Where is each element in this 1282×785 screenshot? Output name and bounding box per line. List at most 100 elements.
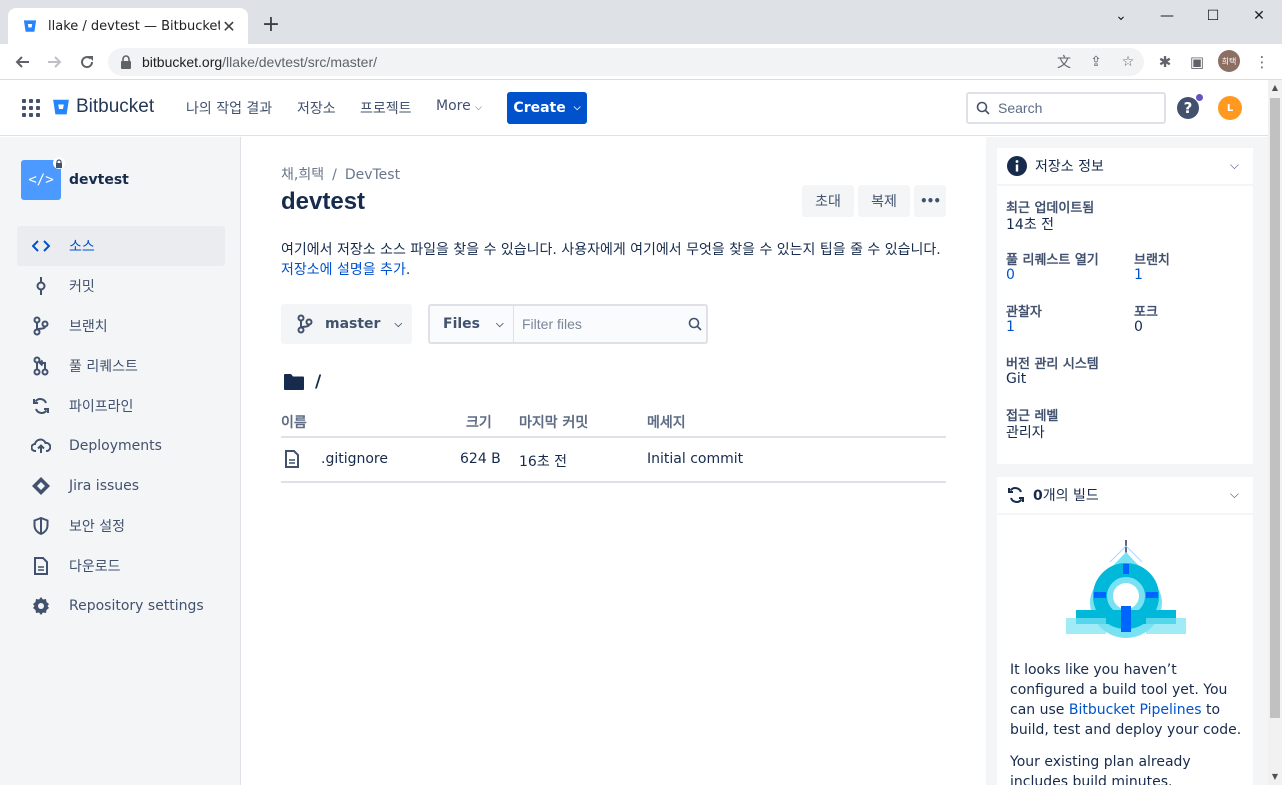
address-toolbar: bitbucket.org/llake/devtest/src/master/ … bbox=[0, 44, 1282, 80]
nav-your-work[interactable]: 나의 작업 결과 bbox=[186, 98, 272, 118]
sidebar-item-label: 풀 리퀘스트 bbox=[69, 359, 138, 375]
last-updated-value: 14초 전 bbox=[1006, 217, 1055, 233]
breadcrumb-project[interactable]: DevTest bbox=[345, 167, 400, 183]
sidebar-item-pipelines[interactable]: 파이프라인 bbox=[17, 386, 225, 426]
chevron-down-icon: ⌵ bbox=[573, 103, 581, 113]
sidebar-item-downloads[interactable]: 다운로드 bbox=[17, 546, 225, 586]
tab-title: llake / devtest — Bitbucket bbox=[48, 18, 220, 34]
info-icon bbox=[1007, 156, 1027, 176]
browser-tab-bar: llake / devtest — Bitbucket ✕ + ⌄ — ☐ ✕ bbox=[0, 0, 1282, 44]
reload-button[interactable] bbox=[73, 48, 101, 76]
search-input[interactable] bbox=[998, 100, 1148, 116]
minimize-button[interactable]: — bbox=[1144, 0, 1190, 32]
sidebar-item-pull-requests[interactable]: 풀 리퀘스트 bbox=[17, 346, 225, 386]
builds-header[interactable]: 0개의 빌드 ⌵ bbox=[997, 477, 1253, 515]
search-icon bbox=[976, 101, 990, 115]
sidebar-item-branches[interactable]: 브랜치 bbox=[17, 306, 225, 346]
bitbucket-logo[interactable]: Bitbucket bbox=[52, 96, 154, 118]
sidebar-item-commits[interactable]: 커밋 bbox=[17, 266, 225, 306]
watchers-label: 관찰자 bbox=[1006, 305, 1042, 320]
gear-icon bbox=[31, 596, 51, 616]
breadcrumb-workspace[interactable]: 채,희택 bbox=[281, 167, 324, 183]
column-header-message[interactable]: 메세지 bbox=[647, 412, 686, 432]
add-description-link[interactable]: 저장소에 설명을 추가 bbox=[281, 262, 406, 278]
pipelines-link[interactable]: Bitbucket Pipelines bbox=[1069, 702, 1202, 718]
builds-title: 개의 빌드 bbox=[1042, 488, 1099, 504]
back-button[interactable] bbox=[8, 48, 36, 76]
table-header-divider bbox=[281, 436, 946, 438]
nav-repositories[interactable]: 저장소 bbox=[297, 98, 336, 118]
tab-search-icon[interactable]: ⌄ bbox=[1098, 0, 1144, 32]
repo-info-header[interactable]: 저장소 정보 ⌵ bbox=[997, 148, 1253, 186]
url-text: bitbucket.org/llake/devtest/src/master/ bbox=[142, 54, 377, 70]
private-lock-icon bbox=[53, 157, 65, 169]
column-header-last-commit[interactable]: 마지막 커밋 bbox=[519, 412, 588, 432]
lock-icon bbox=[120, 55, 132, 69]
open-prs-value[interactable]: 0 bbox=[1006, 267, 1015, 283]
sidebar-item-deployments[interactable]: Deployments bbox=[17, 426, 225, 466]
pipelines-illustration bbox=[1066, 540, 1186, 638]
file-name-link[interactable]: .gitignore bbox=[321, 451, 388, 467]
repo-description: 여기에서 저장소 소스 파일을 찾을 수 있습니다. 사용자에게 여기에서 무엇… bbox=[281, 240, 951, 280]
notification-dot bbox=[1196, 94, 1203, 101]
side-panel-icon[interactable]: ▣ bbox=[1183, 48, 1211, 76]
browser-profile-avatar[interactable]: 희택 bbox=[1218, 50, 1240, 72]
clone-button[interactable]: 복제 bbox=[858, 185, 910, 217]
app-switcher-icon[interactable] bbox=[22, 99, 40, 117]
scroll-down-arrow[interactable]: ▼ bbox=[1268, 770, 1282, 784]
maximize-button[interactable]: ☐ bbox=[1190, 0, 1236, 32]
cloud-upload-icon bbox=[31, 436, 51, 456]
column-header-name[interactable]: 이름 bbox=[281, 412, 307, 432]
url-bar[interactable]: bitbucket.org/llake/devtest/src/master/ … bbox=[108, 48, 1144, 76]
sidebar-item-label: 커밋 bbox=[69, 279, 95, 295]
sidebar-item-label: 소스 bbox=[69, 239, 95, 255]
branch-selector[interactable]: master ⌵ bbox=[281, 304, 412, 344]
tab-close-icon[interactable]: ✕ bbox=[220, 17, 238, 36]
share-icon[interactable]: ⇪ bbox=[1080, 54, 1112, 70]
folder-icon bbox=[284, 374, 304, 390]
help-icon[interactable]: ? bbox=[1177, 97, 1199, 119]
path-text: / bbox=[315, 372, 322, 392]
nav-more[interactable]: More ⌵ bbox=[436, 98, 482, 114]
commit-icon bbox=[31, 276, 51, 296]
branches-value[interactable]: 1 bbox=[1134, 267, 1143, 283]
bitbucket-header: Bitbucket 나의 작업 결과 저장소 프로젝트 More ⌵ Creat… bbox=[0, 80, 1268, 136]
file-filter-group: Files ⌵ bbox=[428, 304, 708, 344]
sidebar-item-jira-issues[interactable]: Jira issues bbox=[17, 466, 225, 506]
nav-more-label: More bbox=[436, 98, 471, 114]
extensions-icon[interactable]: ✱ bbox=[1151, 48, 1179, 76]
chevron-down-icon[interactable]: ⌵ bbox=[1230, 158, 1239, 173]
sidebar-item-source[interactable]: 소스 bbox=[17, 226, 225, 266]
vcs-label: 버전 관리 시스템 bbox=[1006, 357, 1099, 372]
browser-menu-icon[interactable]: ⋮ bbox=[1248, 48, 1276, 76]
table-row-divider bbox=[281, 481, 946, 483]
invite-button[interactable]: 초대 bbox=[802, 185, 854, 217]
file-last-commit[interactable]: 16초 전 bbox=[519, 451, 567, 471]
chevron-down-icon[interactable]: ⌵ bbox=[1230, 487, 1239, 502]
user-avatar[interactable]: L bbox=[1218, 96, 1242, 120]
nav-projects[interactable]: 프로젝트 bbox=[360, 98, 412, 118]
filter-files-input[interactable] bbox=[522, 316, 682, 332]
files-type-select[interactable]: Files ⌵ bbox=[430, 306, 514, 342]
sidebar-item-security[interactable]: 보안 설정 bbox=[17, 506, 225, 546]
watchers-value[interactable]: 1 bbox=[1006, 319, 1015, 335]
create-button[interactable]: Create ⌵ bbox=[507, 92, 587, 124]
description-end: . bbox=[405, 262, 411, 278]
sidebar-item-repo-settings[interactable]: Repository settings bbox=[17, 586, 225, 626]
translate-icon[interactable]: 文 bbox=[1048, 52, 1080, 72]
scroll-up-arrow[interactable]: ▲ bbox=[1268, 81, 1282, 95]
forward-button[interactable] bbox=[41, 48, 69, 76]
window-close-button[interactable]: ✕ bbox=[1236, 0, 1282, 32]
repo-header[interactable]: </> devtest bbox=[21, 157, 129, 200]
sidebar-item-label: 보안 설정 bbox=[69, 519, 125, 535]
more-actions-button[interactable]: ••• bbox=[914, 185, 946, 217]
column-header-size[interactable]: 크기 bbox=[466, 412, 492, 432]
scrollbar-thumb[interactable] bbox=[1270, 98, 1280, 718]
browser-tab[interactable]: llake / devtest — Bitbucket ✕ bbox=[8, 8, 248, 44]
file-commit-message[interactable]: Initial commit bbox=[647, 451, 743, 467]
bookmark-star-icon[interactable]: ☆ bbox=[1112, 54, 1144, 70]
search-box[interactable] bbox=[966, 92, 1166, 124]
new-tab-button[interactable]: + bbox=[258, 12, 284, 38]
files-select-label: Files bbox=[443, 316, 480, 332]
filter-files-box[interactable] bbox=[514, 316, 706, 332]
